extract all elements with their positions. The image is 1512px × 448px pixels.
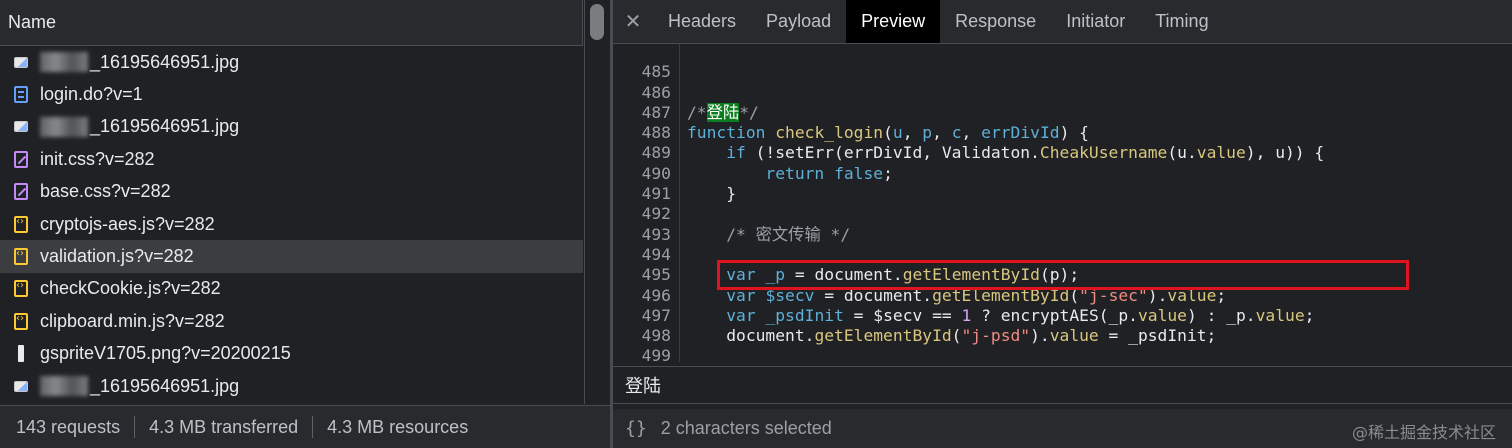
transferred-size: 4.3 MB transferred: [135, 416, 314, 438]
tab-payload[interactable]: Payload: [751, 0, 846, 43]
request-name: clipboard.min.js?v=282: [40, 310, 225, 331]
code-line: 495 var $secv = document.getElementById(…: [613, 245, 1512, 304]
redacted-name: [40, 116, 88, 137]
search-bar: [613, 366, 1512, 404]
request-detail-panel: ✕ Headers Payload Preview Response Initi…: [613, 0, 1512, 448]
search-input[interactable]: [625, 374, 1485, 396]
request-name: login.do?v=1: [40, 84, 143, 105]
tab-timing[interactable]: Timing: [1140, 0, 1223, 43]
code-line: 492 /* 密文传输 */: [613, 184, 1512, 243]
close-icon[interactable]: ✕: [613, 0, 653, 43]
code-line: 490 }: [613, 144, 1512, 203]
request-list-panel: Name _16195646951.jpg login.do?v=1 _1619…: [0, 0, 611, 448]
watermark-text: @稀土掘金技术社区: [1351, 423, 1496, 442]
request-row[interactable]: login.do?v=1: [0, 78, 583, 110]
resources-size: 4.3 MB resources: [327, 417, 469, 437]
code-line: 498: [613, 306, 1512, 345]
code-line: 497 document.getElementById("j-psd").val…: [613, 286, 1512, 345]
script-file-icon: [14, 280, 28, 298]
request-row[interactable]: gspriteV1705.png?v=20200215: [0, 338, 583, 370]
code-line: 494 var _p = document.getElementById(p);: [613, 225, 1512, 284]
code-line: 491: [613, 164, 1512, 203]
request-name: base.css?v=282: [40, 181, 171, 202]
script-file-icon: [14, 312, 28, 330]
pretty-print-icon[interactable]: {}: [613, 418, 661, 439]
tab-initiator[interactable]: Initiator: [1051, 0, 1140, 43]
image-file-icon: [14, 121, 28, 133]
list-scrollbar-track[interactable]: [584, 0, 611, 404]
png-file-icon: [18, 345, 24, 363]
request-row[interactable]: init.css?v=282: [0, 143, 583, 175]
redacted-name: [40, 52, 88, 73]
request-name: _16195646951.jpg: [90, 375, 240, 396]
name-column-header[interactable]: Name: [0, 0, 583, 46]
request-row[interactable]: base.css?v=282: [0, 176, 583, 208]
name-column-label: Name: [8, 12, 57, 32]
code-line: 486 /*登陆*/: [613, 62, 1512, 122]
request-name: _16195646951.jpg: [90, 116, 240, 137]
code-preview[interactable]: 485 486 /*登陆*/ 487 function check_login(…: [613, 44, 1512, 362]
script-file-icon: [14, 248, 28, 266]
request-name: checkCookie.js?v=282: [40, 278, 221, 299]
script-file-icon: [14, 215, 28, 233]
tab-response[interactable]: Response: [940, 0, 1051, 43]
request-name: init.css?v=282: [40, 148, 155, 169]
tab-preview[interactable]: Preview: [846, 0, 941, 43]
network-status-bar: 143 requests 4.3 MB transferred 4.3 MB r…: [0, 405, 610, 448]
stylesheet-file-icon: [14, 150, 28, 168]
code-line: 493: [613, 204, 1512, 244]
image-file-icon: [14, 56, 28, 68]
code-line: 499 if (_p && !setErr(errDivId, Validato…: [613, 326, 1512, 362]
code-line: 488 if (!setErr(errDivId, Validaton.Chea…: [613, 103, 1512, 162]
request-row[interactable]: _16195646951.jpg: [0, 370, 583, 402]
request-list: _16195646951.jpg login.do?v=1 _161956469…: [0, 46, 583, 404]
stylesheet-file-icon: [14, 183, 28, 201]
code-line: 489 return false;: [613, 123, 1512, 182]
request-row[interactable]: clipboard.min.js?v=282: [0, 305, 583, 337]
tab-headers[interactable]: Headers: [653, 0, 751, 43]
request-row[interactable]: cryptojs-aes.js?v=282: [0, 208, 583, 240]
code-line: 485: [613, 44, 1512, 81]
image-file-icon: [14, 380, 28, 392]
request-count: 143 requests: [0, 416, 136, 438]
request-name: _16195646951.jpg: [90, 51, 240, 72]
code-line: 487 function check_login(u, p, c, errDiv…: [613, 83, 1512, 142]
redacted-name: [40, 376, 88, 397]
request-name: gspriteV1705.png?v=20200215: [40, 343, 291, 364]
preview-footer: {} 2 characters selected @稀土掘金技术社区: [613, 409, 1512, 448]
request-row[interactable]: _16195646951.jpg: [0, 111, 583, 143]
request-row[interactable]: _16195646951.jpg: [0, 46, 583, 78]
request-row-selected[interactable]: validation.js?v=282: [0, 240, 583, 273]
code-line: 496 var _psdInit = $secv == 1 ? encryptA…: [613, 265, 1512, 325]
detail-tabbar: ✕ Headers Payload Preview Response Initi…: [613, 0, 1512, 44]
request-row[interactable]: checkCookie.js?v=282: [0, 273, 583, 305]
document-file-icon: [14, 86, 28, 104]
selection-status: 2 characters selected: [660, 418, 832, 438]
list-scrollbar-thumb[interactable]: [590, 4, 604, 40]
request-name: cryptojs-aes.js?v=282: [40, 213, 215, 234]
request-name: validation.js?v=282: [40, 246, 194, 267]
code-line: 500 return false;: [613, 347, 1512, 363]
